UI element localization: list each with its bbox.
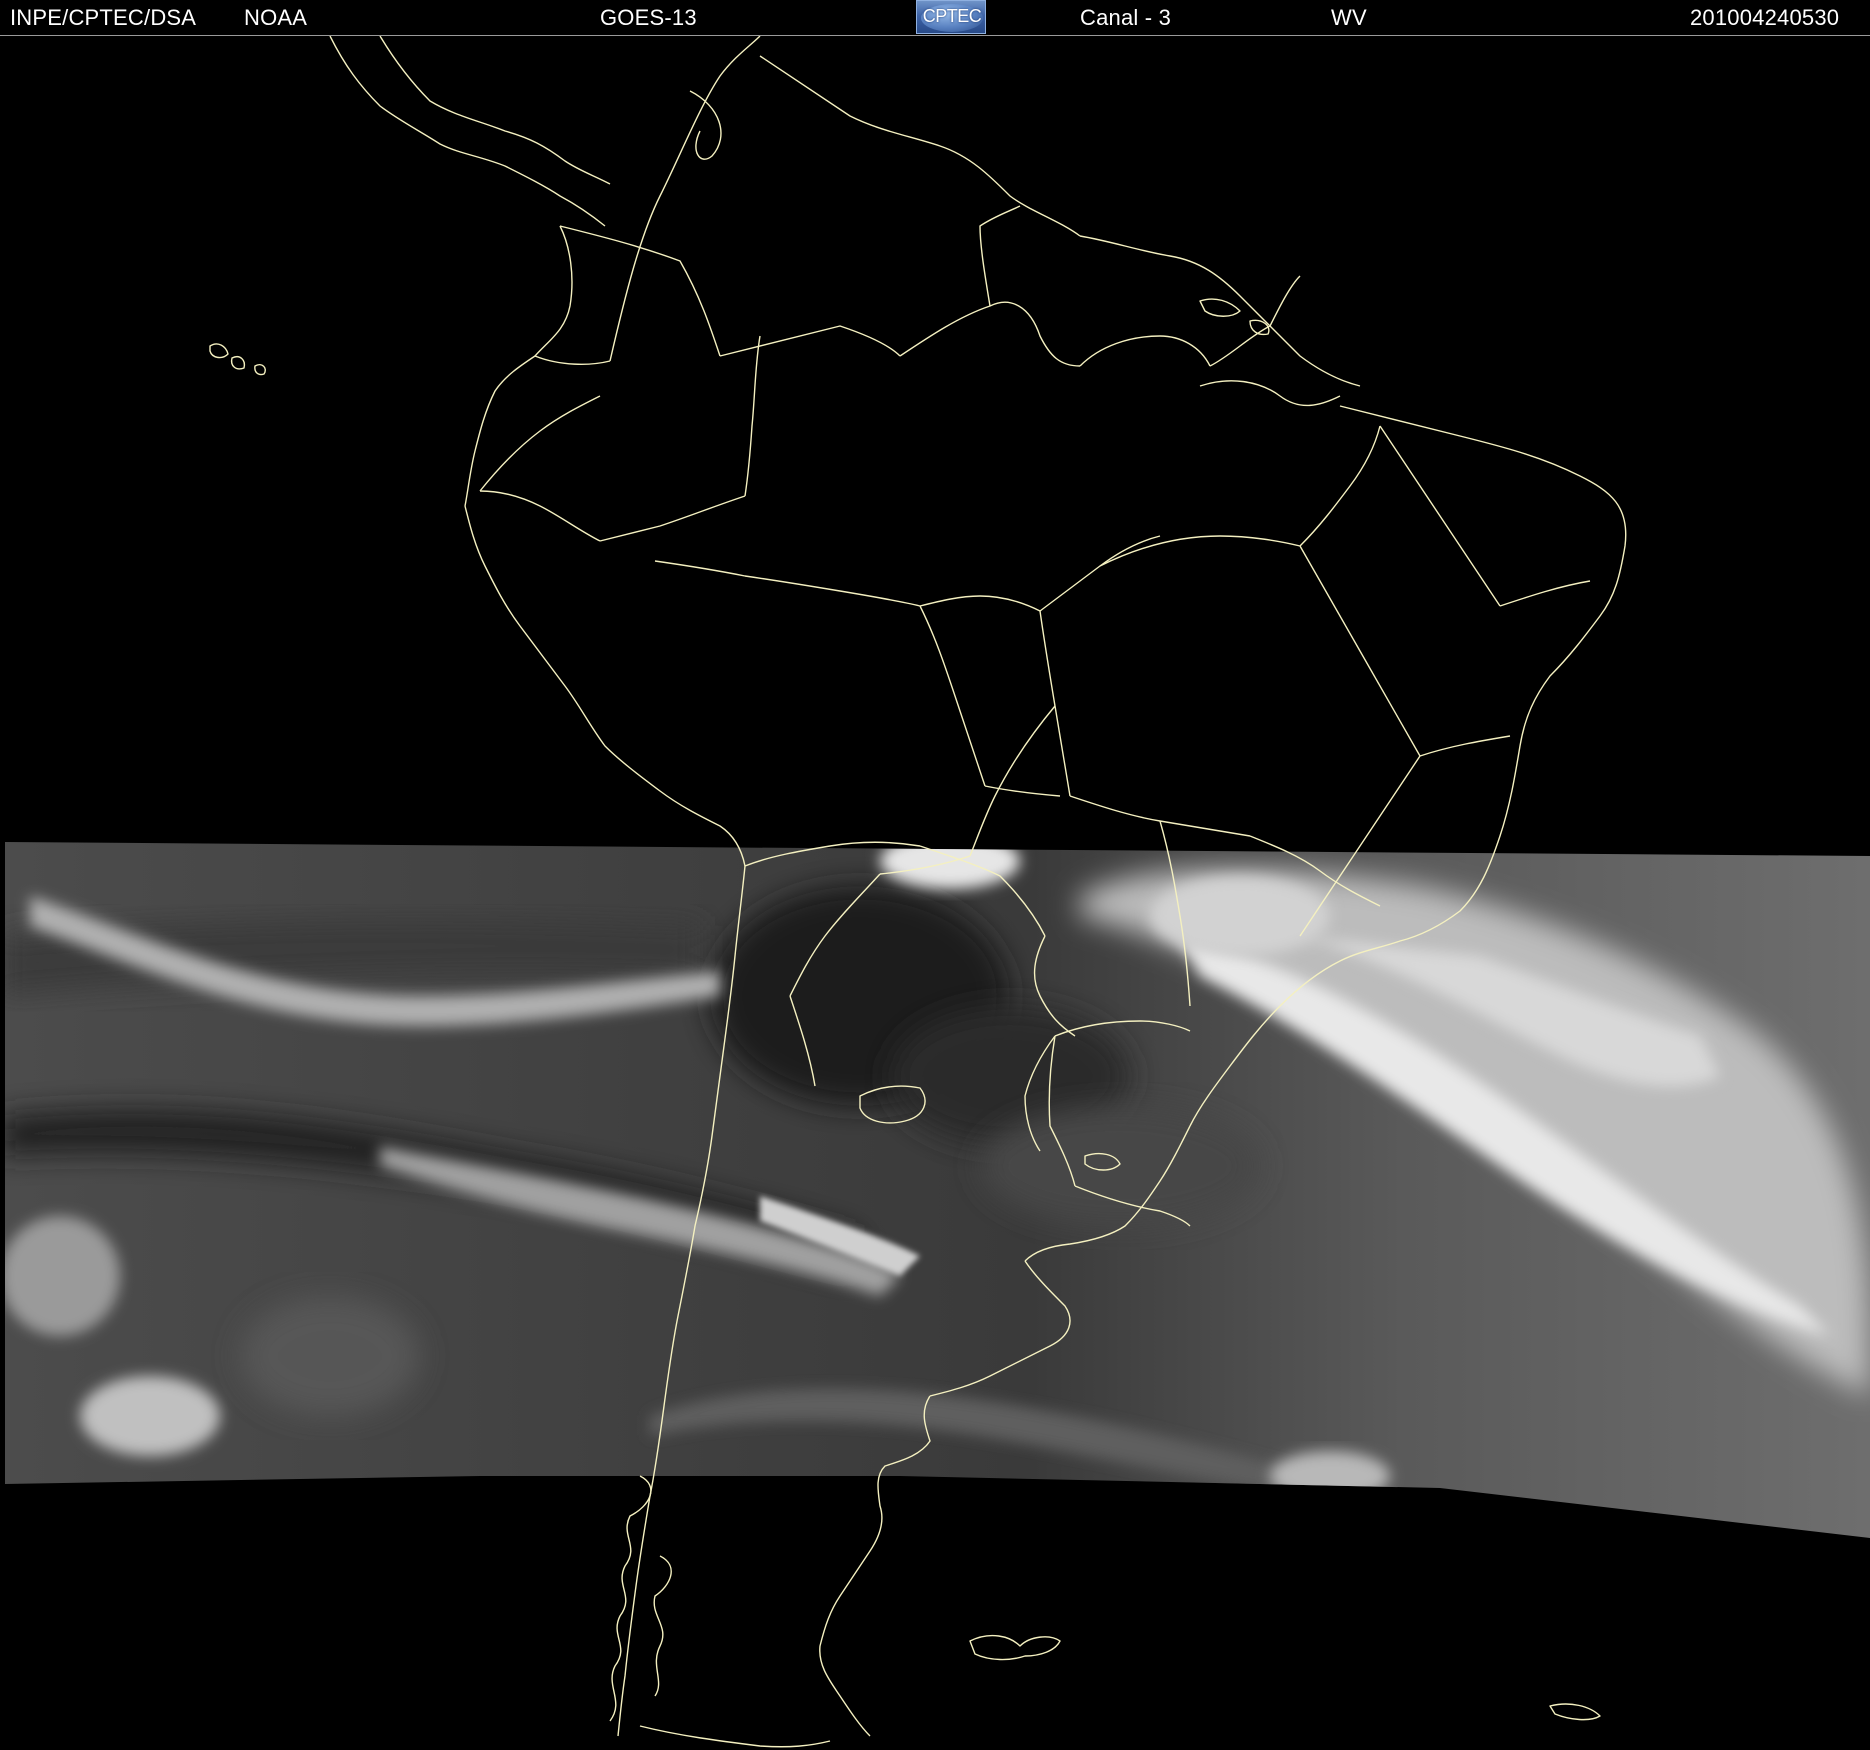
falkland-islands: [969, 1634, 1061, 1661]
channel-label: Canal - 3: [1080, 5, 1172, 30]
agency-label: NOAA: [244, 5, 308, 30]
pacific-coast: [464, 355, 536, 507]
satellite-label: GOES-13: [600, 5, 697, 30]
band-label: WV: [1331, 5, 1367, 30]
cptec-logo: CPTEC: [916, 0, 986, 34]
water-vapor-swath: [5, 842, 1870, 1538]
caribbean-coast: [534, 225, 611, 365]
header-bar: INPE/CPTEC/DSA NOAA GOES-13 CPTEC Canal …: [0, 0, 1870, 36]
satellite-map: [0, 36, 1870, 1750]
logo-text: CPTEC: [922, 6, 982, 26]
organization-label: INPE/CPTEC/DSA: [10, 5, 197, 30]
galapagos-islands: [209, 343, 229, 359]
central-america-coast: [329, 36, 606, 227]
timestamp-label: 201004240530: [1690, 5, 1840, 30]
map-svg: [5, 36, 1870, 1748]
